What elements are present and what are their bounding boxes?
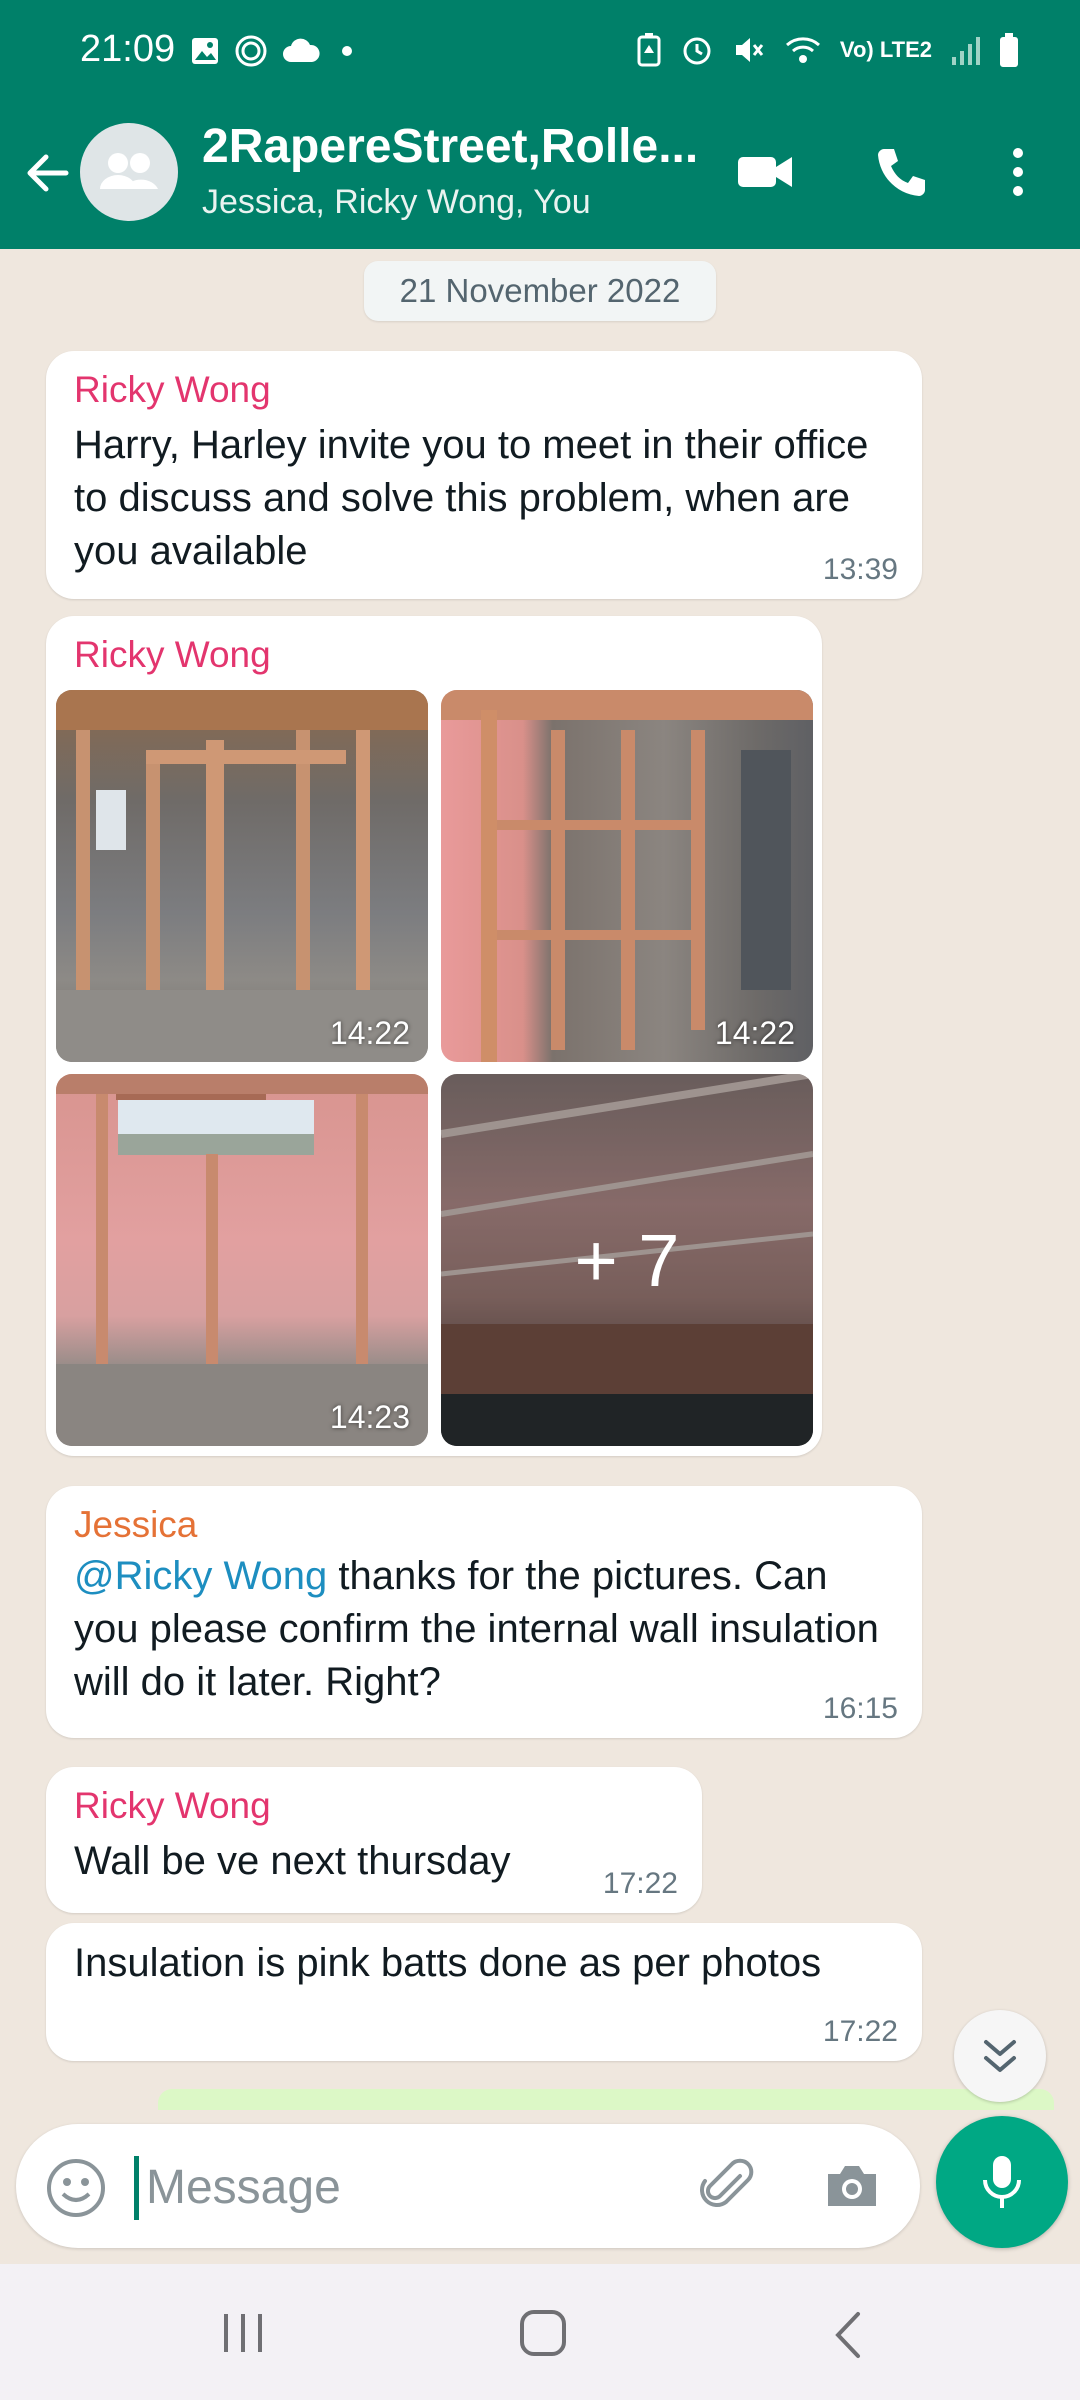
message-text: Insulation is pink batts done as per pho… <box>74 1941 822 1985</box>
paperclip-icon[interactable] <box>696 2154 760 2218</box>
scroll-to-bottom-button[interactable] <box>954 2010 1046 2102</box>
message-bubble[interactable]: Ricky Wong Wall be ve next thursday 17:2… <box>46 1767 702 1913</box>
pink-batts-photo-image <box>56 1074 428 1446</box>
sender-name[interactable]: Ricky Wong <box>74 369 271 411</box>
sender-name[interactable]: Ricky Wong <box>74 1785 271 1827</box>
message-time: 17:22 <box>602 1867 678 1900</box>
framing-photo-image <box>56 690 428 1062</box>
more-photos-overlay[interactable]: + 7 <box>441 1074 813 1446</box>
message-bubble[interactable]: Ricky Wong Harry, Harley invite you to m… <box>46 351 922 599</box>
sender-name[interactable]: Jessica <box>74 1504 197 1546</box>
photo-time: 14:22 <box>329 1015 410 1051</box>
mention-link[interactable]: @Ricky Wong <box>74 1554 327 1598</box>
message-time: 16:15 <box>822 1692 898 1725</box>
network-type: Vo) LTE2 <box>839 37 932 62</box>
message-composer[interactable]: Message <box>16 2124 920 2248</box>
alarm-icon <box>683 37 711 65</box>
home-icon[interactable] <box>518 2310 568 2356</box>
chat-participants[interactable]: Jessica, Ricky Wong, You <box>202 183 591 222</box>
sender-name[interactable]: Ricky Wong <box>74 634 271 676</box>
dot-icon <box>342 46 352 56</box>
photo-thumbnail[interactable]: 14:22 <box>56 690 428 1062</box>
photo-thumbnail[interactable]: 14:23 <box>56 1074 428 1446</box>
text-caret <box>134 2156 139 2220</box>
photo-album-bubble[interactable]: Ricky Wong 14:22 14:22 14:23 + 7 <box>46 616 822 1456</box>
cloud-icon <box>283 38 320 62</box>
message-input[interactable]: Message <box>146 2160 341 2215</box>
message-time: 13:39 <box>822 553 898 586</box>
status-time: 21:09 <box>80 28 176 70</box>
video-call-icon[interactable] <box>734 141 796 203</box>
signal-app-icon <box>235 35 267 67</box>
mute-icon <box>735 38 764 62</box>
message-bubble[interactable]: Jessica @Ricky Wong thanks for the pictu… <box>46 1486 922 1738</box>
emoji-icon[interactable] <box>44 2156 108 2220</box>
microphone-icon <box>983 2156 1021 2208</box>
photo-thumbnail[interactable]: 14:22 <box>441 690 813 1062</box>
battery-icon <box>1000 33 1018 67</box>
app-header: 21:09 Vo) LTE2 2RapereStreet,Rolle... Je… <box>0 0 1080 249</box>
group-avatar[interactable] <box>80 123 178 221</box>
gallery-icon <box>192 38 218 64</box>
status-right-icons: Vo) LTE2 <box>636 32 1020 68</box>
more-options-icon[interactable] <box>1000 141 1036 203</box>
status-left-icons <box>190 34 360 68</box>
outgoing-message-partial <box>158 2089 1054 2110</box>
date-separator: 21 November 2022 <box>364 261 716 321</box>
message-text: Harry, Harley invite you to meet in thei… <box>74 423 869 573</box>
photo-time: 14:22 <box>714 1015 795 1051</box>
signal-icon <box>952 37 980 65</box>
recent-apps-icon[interactable] <box>218 2310 268 2356</box>
message-text: Wall be ve next thursday <box>74 1839 511 1883</box>
insulation-photo-image <box>441 690 813 1062</box>
camera-icon[interactable] <box>820 2154 884 2218</box>
battery-saver-icon <box>637 33 661 67</box>
double-chevron-down-icon <box>984 2040 1016 2072</box>
wifi-icon <box>785 37 820 63</box>
status-bar: 21:09 Vo) LTE2 <box>0 0 1080 105</box>
system-navigation-bar <box>0 2264 1080 2400</box>
message-text: @Ricky Wong thanks for the pictures. Can… <box>74 1550 882 1709</box>
voice-message-button[interactable] <box>936 2116 1068 2248</box>
group-icon <box>100 153 158 189</box>
photo-thumbnail[interactable]: + 7 <box>441 1074 813 1446</box>
back-nav-icon[interactable] <box>826 2310 872 2360</box>
photo-time: 14:23 <box>329 1399 410 1435</box>
back-arrow-icon[interactable] <box>18 143 78 203</box>
voice-call-icon[interactable] <box>870 141 932 203</box>
chat-title[interactable]: 2RapereStreet,Rolle... <box>202 119 698 174</box>
message-time: 17:22 <box>822 2015 898 2048</box>
chat-area[interactable]: 21 November 2022 Ricky Wong Harry, Harle… <box>0 249 1080 2110</box>
chat-header: 2RapereStreet,Rolle... Jessica, Ricky Wo… <box>0 105 1080 249</box>
message-bubble[interactable]: Insulation is pink batts done as per pho… <box>46 1923 922 2061</box>
